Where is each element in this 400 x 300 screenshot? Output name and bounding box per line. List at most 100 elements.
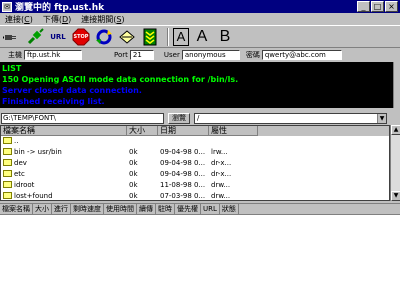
password-field[interactable]: qwerty@abc.com	[261, 50, 342, 60]
file-name-cell: lost+found	[1, 191, 127, 200]
menu-session[interactable]: 連接期間(S)	[76, 14, 129, 25]
table-row[interactable]: etc 0k 09-04-98 0... dr-x...	[1, 169, 389, 180]
file-size-cell-text: 0k	[129, 148, 138, 156]
column-date[interactable]: 日期	[158, 126, 209, 136]
folder-icon	[3, 137, 12, 144]
table-row[interactable]: bin -> usr/bin 0k 09-04-98 0... lrw...	[1, 147, 389, 158]
file-attr-cell: dr-x...	[209, 169, 258, 180]
window-controls: _ □ ×	[357, 1, 398, 12]
host-label: 主機	[8, 51, 22, 59]
maximize-button[interactable]: □	[371, 1, 384, 12]
user-field[interactable]: anonymous	[181, 50, 240, 60]
scroll-up-icon[interactable]: ▲	[391, 125, 400, 135]
log-line: Server closed data connection.	[2, 86, 142, 95]
scroll-down-icon[interactable]: ▼	[391, 191, 400, 201]
chevron-down-icon[interactable]: ▼	[377, 113, 386, 123]
stop-button[interactable]: STOP	[71, 27, 91, 47]
queue-column-header[interactable]: 續傳	[137, 204, 156, 214]
connect-plug-icon[interactable]	[2, 27, 22, 47]
table-row[interactable]: lost+found 0k 07-03-98 0... drw...	[1, 191, 389, 200]
file-size-cell-text: 0k	[129, 192, 138, 200]
file-date-cell: 09-04-98 0...	[158, 147, 209, 158]
font-b-label: B	[219, 27, 231, 45]
file-size-cell-text: 0k	[129, 170, 138, 178]
table-row[interactable]: ..	[1, 136, 389, 147]
file-attr-cell: drw...	[209, 180, 258, 191]
log-line: 150 Opening ASCII mode data connection f…	[2, 75, 239, 84]
file-size-cell: 0k	[127, 191, 158, 200]
stop-label: STOP	[73, 33, 89, 40]
local-path-input[interactable]: G:\TEMP\FONT\	[1, 112, 164, 124]
file-list-header: 檔案名稱 大小 日期 屬性	[1, 126, 389, 136]
folder-icon	[3, 159, 12, 166]
font-a-label: A	[176, 29, 186, 44]
queue-column-header[interactable]: 大小	[33, 204, 52, 214]
file-attr-cell-text: dr-x...	[211, 159, 232, 167]
download-queue-icon[interactable]	[140, 27, 160, 47]
menu-connect[interactable]: 連接(C)	[0, 14, 38, 25]
queue-column-header[interactable]: 優先權	[175, 204, 201, 214]
font-a-button[interactable]: A	[192, 27, 212, 47]
log-panel: LIST 150 Opening ASCII mode data connect…	[0, 62, 393, 108]
file-size-cell	[127, 136, 158, 147]
file-attr-cell-text: drw...	[211, 192, 231, 200]
table-row[interactable]: dev 0k 09-04-98 0... dr-x...	[1, 158, 389, 169]
queue-column-header[interactable]: 駐時	[156, 204, 175, 214]
column-size[interactable]: 大小	[127, 126, 158, 136]
folder-icon	[3, 148, 12, 155]
log-line: Finished receiving list.	[2, 97, 105, 106]
font-b-button[interactable]: B	[215, 27, 235, 47]
queue-column-header[interactable]: 進行	[52, 204, 71, 214]
file-date-cell-text: 09-04-98 0...	[160, 148, 206, 156]
file-attr-cell: lrw...	[209, 147, 258, 158]
file-name-cell: dev	[1, 158, 127, 169]
folder-icon	[3, 181, 12, 188]
font-a-large-label: A	[196, 27, 208, 45]
connection-bar: 主機 ftp.ust.hk Port 21 User anonymous 密碼 …	[0, 49, 400, 61]
file-name-cell-text: dev	[14, 159, 27, 167]
queue-column-header[interactable]: 使用時間	[104, 204, 137, 214]
column-attributes[interactable]: 屬性	[209, 126, 258, 136]
file-name-cell-text: lost+found	[14, 192, 53, 200]
queue-column-header[interactable]: 檔案名稱	[0, 204, 33, 214]
file-attr-cell: dr-x...	[209, 158, 258, 169]
menu-download[interactable]: 下傳(D)	[38, 14, 76, 25]
file-date-cell-text: 09-04-98 0...	[160, 159, 206, 167]
table-row[interactable]: idroot 0k 11-08-98 0... drw...	[1, 180, 389, 191]
file-name-cell: idroot	[1, 180, 127, 191]
file-size-cell-text: 0k	[129, 181, 138, 189]
log-line: LIST	[2, 64, 22, 73]
file-list-scrollbar[interactable]: ▲ ▼	[390, 125, 400, 201]
password-label: 密碼	[245, 51, 260, 59]
queue-header: 檔案名稱 大小 進行 剩時速度 使用時間 續傳 駐時 優先權 URL 狀態	[0, 204, 400, 215]
url-label: URL	[50, 32, 66, 41]
pencil-edit-icon[interactable]	[117, 27, 137, 47]
queue-column-header[interactable]: 狀態	[220, 204, 239, 214]
log-scrollbar[interactable]	[393, 62, 400, 108]
browse-button[interactable]: 瀏覽	[168, 112, 190, 124]
file-name-cell-text: ..	[14, 137, 19, 145]
host-field[interactable]: ftp.ust.hk	[24, 50, 82, 60]
refresh-icon[interactable]	[94, 27, 114, 47]
file-attr-cell-text: lrw...	[211, 148, 228, 156]
font-select-icon[interactable]: A	[173, 27, 189, 46]
column-name[interactable]: 檔案名稱	[1, 126, 127, 136]
menu-bar: 連接(C) 下傳(D) 連接期間(S)	[0, 13, 400, 25]
file-date-cell: 07-03-98 0...	[158, 191, 209, 200]
queue-column-header[interactable]: 剩時速度	[71, 204, 104, 214]
file-name-cell-text: etc	[14, 170, 25, 178]
close-button[interactable]: ×	[385, 1, 398, 12]
app-icon[interactable]: ✉	[2, 1, 12, 12]
port-field[interactable]: 21	[129, 50, 154, 60]
disconnect-plug-icon[interactable]	[25, 27, 45, 47]
folder-icon	[3, 192, 12, 199]
minimize-button[interactable]: _	[357, 1, 370, 12]
url-button[interactable]: URL	[48, 27, 68, 47]
port-label: Port	[114, 51, 128, 59]
file-date-cell: 09-04-98 0...	[158, 158, 209, 169]
remote-path-combo[interactable]: / ▼	[194, 112, 387, 124]
file-size-cell: 0k	[127, 158, 158, 169]
file-list-body: .. bin -> usr/bin 0k 09-04-98 0... lrw... dev…	[1, 136, 389, 200]
queue-column-header[interactable]: URL	[201, 204, 220, 214]
file-attr-cell: drw...	[209, 191, 258, 200]
